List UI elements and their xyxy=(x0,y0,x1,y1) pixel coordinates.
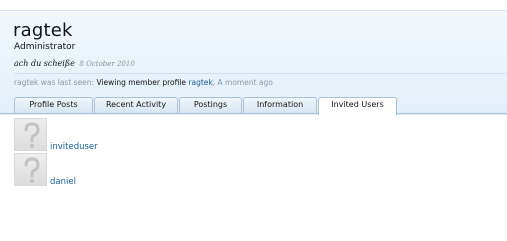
default-avatar-question-mark-icon[interactable] xyxy=(14,153,47,186)
last-seen-line: ragtek was last seen: Viewing member pro… xyxy=(14,78,273,87)
invited-user-name-link[interactable]: inviteduser xyxy=(50,142,98,152)
tab-bar-baseline xyxy=(0,113,507,114)
tab-profile-posts[interactable]: Profile Posts xyxy=(14,97,93,113)
header-divider xyxy=(14,73,507,74)
invited-user-name-link[interactable]: daniel xyxy=(50,177,76,187)
user-title: Administrator xyxy=(14,42,76,52)
last-seen-activity: Viewing member profile xyxy=(96,78,187,87)
tab-invited-users[interactable]: Invited Users xyxy=(318,97,397,115)
status-text: ach du scheiße xyxy=(14,59,75,68)
default-avatar-question-mark-icon[interactable] xyxy=(14,118,47,151)
profile-username: ragtek xyxy=(13,20,73,41)
tab-postings[interactable]: Postings xyxy=(179,97,242,113)
tab-recent-activity[interactable]: Recent Activity xyxy=(94,97,178,113)
tab-information[interactable]: Information xyxy=(243,97,317,113)
last-seen-user-link[interactable]: ragtek xyxy=(188,78,212,87)
status-date[interactable]: 8 October 2010 xyxy=(79,60,134,68)
last-seen-time: , A moment ago xyxy=(212,78,273,87)
last-seen-label: ragtek was last seen: xyxy=(14,78,95,87)
status-message: ach du scheiße 8 October 2010 xyxy=(14,59,135,68)
